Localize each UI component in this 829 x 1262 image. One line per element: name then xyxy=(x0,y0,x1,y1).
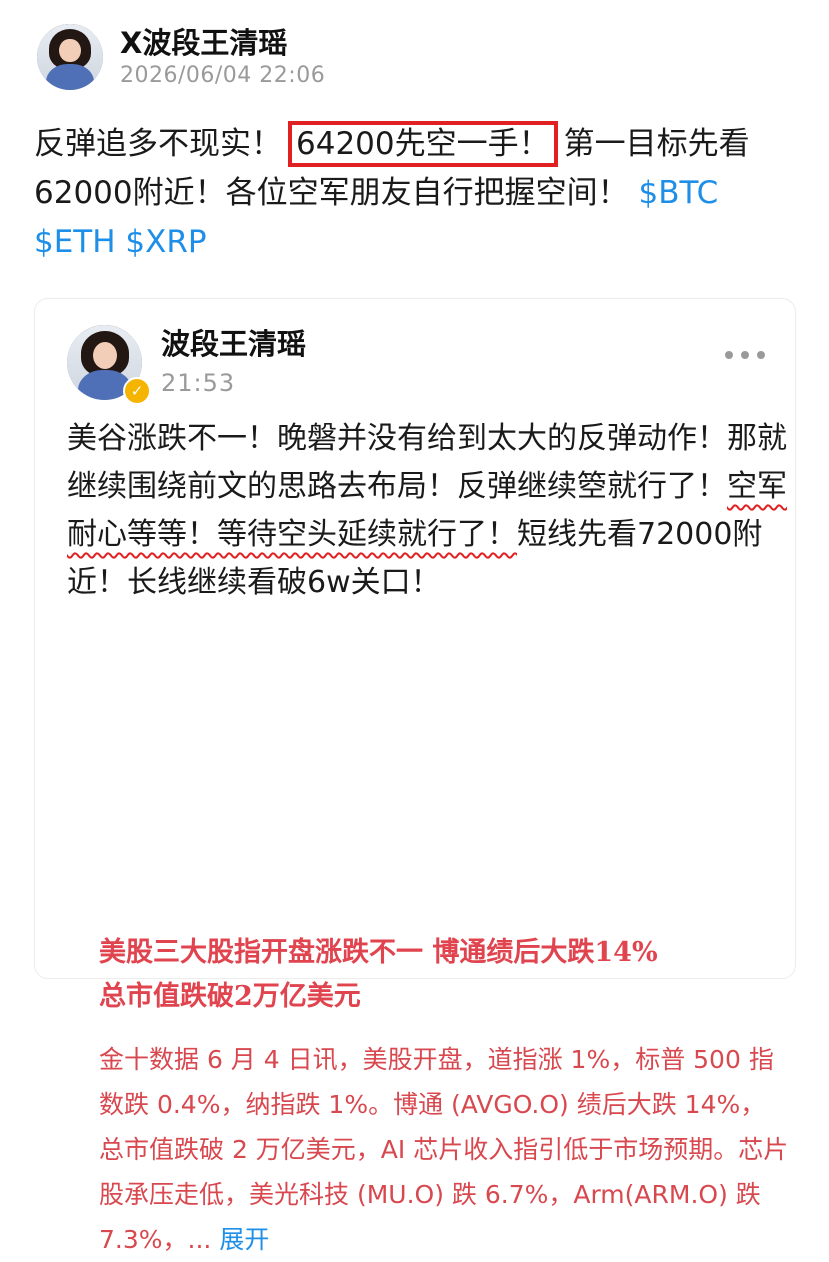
news-body-text: 金十数据 6 月 4 日讯，美股开盘，道指涨 1%，标普 500 指数跌 0.4… xyxy=(99,1045,789,1254)
author-name[interactable]: X波段王清瑶 xyxy=(120,20,287,62)
tag-xrp[interactable]: $XRP xyxy=(125,224,206,260)
news-headline-line1: 美股三大股指开盘涨跌不一 博通绩后大跌14% xyxy=(99,937,658,968)
tag-eth[interactable]: $ETH xyxy=(34,224,116,260)
post-date: 2026/06/04 22:06 xyxy=(120,63,326,88)
quoted-text-before: 美谷涨跌不一！晚磐并没有给到太大的反弹动作！那就继续围绕前文的思路去布局！反弹继… xyxy=(67,421,787,504)
quoted-author-name[interactable]: 波段王清瑶 xyxy=(161,321,306,363)
quoted-post-body: 美谷涨跌不一！晚磐并没有给到太大的反弹动作！那就继续围绕前文的思路去布局！反弹继… xyxy=(67,415,787,607)
verified-badge-icon: ✓ xyxy=(123,377,151,405)
expand-link[interactable]: 展开 xyxy=(219,1225,269,1254)
news-body: 金十数据 6 月 4 日讯，美股开盘，道指涨 1%，标普 500 指数跌 0.4… xyxy=(99,1037,789,1262)
news-headline-line2: 总市值跌破2万亿美元 xyxy=(99,981,361,1012)
author-avatar[interactable] xyxy=(37,24,103,90)
highlighted-text: 64200先空一手！ xyxy=(288,121,558,167)
more-icon[interactable] xyxy=(725,349,765,361)
news-headline: 美股三大股指开盘涨跌不一 博通绩后大跌14% 总市值跌破2万亿美元 xyxy=(99,931,779,1019)
quoted-post-time: 21:53 xyxy=(161,369,236,397)
post-text-before: 反弹追多不现实！ xyxy=(34,126,282,162)
tag-btc[interactable]: $BTC xyxy=(638,175,718,211)
post-body: 反弹追多不现实！ 64200先空一手！ 第一目标先看62000附近！各位空军朋友自行… xyxy=(34,120,804,267)
quoted-post-card[interactable]: ✓ 波段王清瑶 21:53 美谷涨跌不一！晚磐并没有给到太大的反弹动作！那就继续… xyxy=(34,298,796,1254)
